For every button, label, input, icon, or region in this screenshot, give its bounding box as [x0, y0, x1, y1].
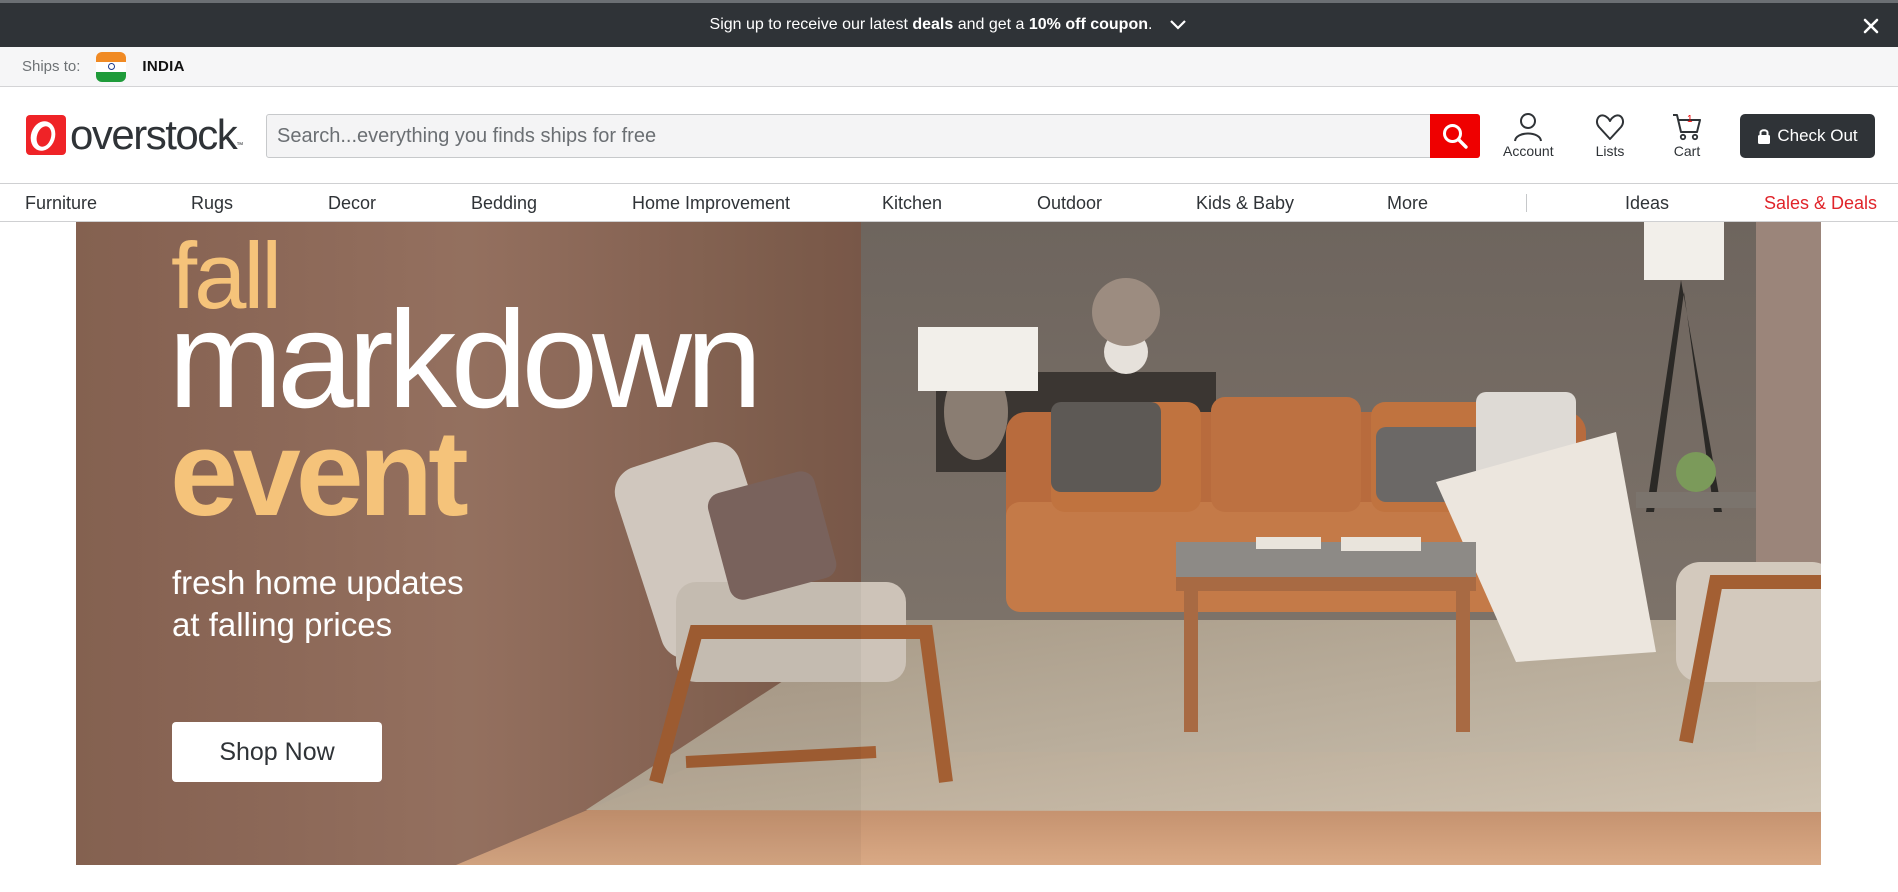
lists-button[interactable]: Lists [1595, 112, 1625, 159]
promo-text-post: . [1147, 16, 1153, 33]
account-icon [1514, 113, 1543, 142]
nav-item-rugs[interactable]: Rugs [191, 193, 233, 214]
category-nav: Furniture Rugs Decor Bedding Home Improv… [0, 183, 1898, 222]
checkout-button[interactable]: Check Out [1740, 114, 1875, 158]
promo-text-pre: Sign up to receive our latest [709, 16, 913, 33]
hero-subtitle-line1: fresh home updates [172, 564, 464, 601]
search-icon [1443, 124, 1468, 149]
logo-trademark: ™ [236, 142, 244, 149]
cart-label: Cart [1673, 143, 1701, 159]
account-label: Account [1503, 143, 1554, 159]
nav-item-outdoor[interactable]: Outdoor [1037, 193, 1102, 214]
nav-item-kitchen[interactable]: Kitchen [882, 193, 942, 214]
overstock-logo-mark [26, 115, 66, 155]
hero-title-event: event [170, 405, 469, 541]
ships-to-country[interactable]: INDIA [142, 58, 184, 75]
ships-to-bar: Ships to: INDIA [0, 47, 1898, 87]
nav-item-sales-deals[interactable]: Sales & Deals [1764, 193, 1877, 214]
promo-text-coupon: 10% off coupon [1028, 16, 1148, 33]
india-flag-icon[interactable] [96, 51, 127, 82]
heart-icon [1595, 114, 1625, 140]
cart-count-badge: 1 [1687, 114, 1693, 125]
promo-text-mid: and get a [953, 16, 1029, 33]
nav-item-furniture[interactable]: Furniture [25, 193, 97, 214]
promo-text[interactable]: Sign up to receive our latest deals and … [710, 16, 1153, 34]
site-header: overstock ™ Account Lists 1 Cart [0, 88, 1898, 183]
nav-divider [1526, 194, 1527, 212]
nav-item-decor[interactable]: Decor [328, 193, 376, 214]
search-bar [266, 114, 1480, 158]
overstock-logo[interactable]: overstock ™ [26, 113, 243, 157]
promo-text-deals: deals [912, 16, 954, 33]
ships-to-label: Ships to: [22, 58, 81, 75]
search-button[interactable] [1430, 114, 1480, 158]
lock-icon [1758, 129, 1771, 144]
promo-banner: Sign up to receive our latest deals and … [0, 0, 1898, 47]
nav-item-ideas[interactable]: Ideas [1625, 193, 1669, 214]
lists-label: Lists [1595, 143, 1625, 159]
hero-subtitle: fresh home updates at falling prices [172, 562, 464, 646]
hero-subtitle-line2: at falling prices [172, 606, 393, 643]
nav-item-bedding[interactable]: Bedding [471, 193, 537, 214]
checkout-label: Check Out [1777, 126, 1858, 145]
search-input[interactable] [267, 115, 1430, 157]
cart-button[interactable]: 1 Cart [1672, 112, 1702, 159]
logo-wordmark: overstock [70, 111, 238, 158]
nav-item-more[interactable]: More [1387, 193, 1428, 214]
close-icon[interactable] [1860, 15, 1882, 37]
nav-item-home-improvement[interactable]: Home Improvement [632, 193, 790, 214]
nav-item-kids-baby[interactable]: Kids & Baby [1196, 193, 1294, 214]
hero-banner[interactable]: fall markdown event fresh home updates a… [76, 222, 1821, 865]
chevron-down-icon[interactable] [1168, 15, 1188, 35]
account-button[interactable]: Account [1503, 112, 1554, 159]
shop-now-button[interactable]: Shop Now [172, 722, 382, 782]
